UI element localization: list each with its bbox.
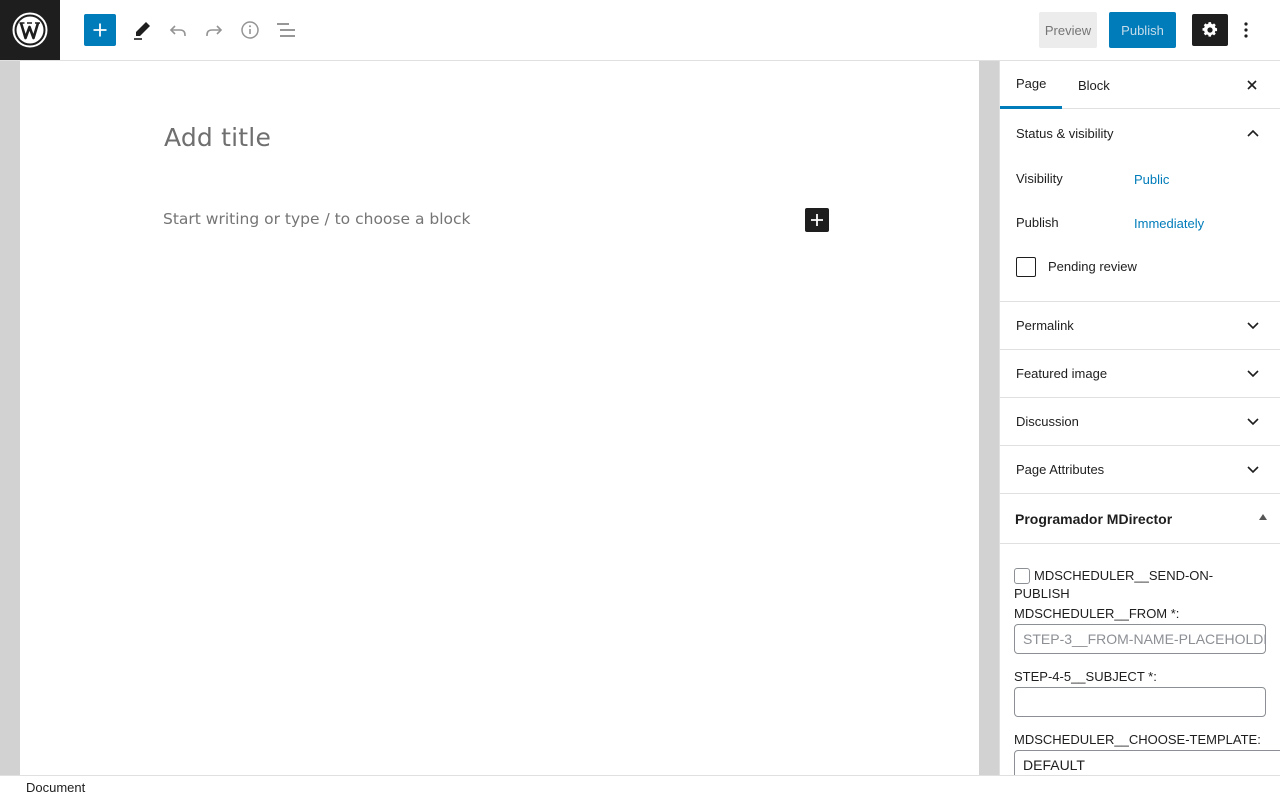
plus-icon (811, 214, 823, 226)
pending-review-label: Pending review (1048, 259, 1137, 274)
visibility-toggle[interactable]: Public (1134, 172, 1169, 187)
panel-title: Permalink (1016, 318, 1074, 333)
inline-add-block-button[interactable] (805, 208, 829, 232)
metabox-title: Programador MDirector (1015, 510, 1173, 527)
panel-title: Discussion (1016, 414, 1079, 429)
info-icon (241, 21, 259, 39)
redo-icon (206, 25, 223, 36)
subject-input[interactable] (1014, 687, 1266, 717)
close-icon (1247, 80, 1257, 90)
chevron-down-icon (1245, 462, 1261, 478)
gear-icon (1202, 22, 1218, 37)
tools-button[interactable] (126, 14, 158, 46)
editor-canvas-wrapper: Add title Start writing or type / to cho… (0, 61, 999, 775)
settings-sidebar: Page Block Status & visibility Visibilit… (999, 61, 1280, 775)
list-view-button[interactable] (270, 14, 302, 46)
panel-status-visibility[interactable]: Status & visibility (1000, 109, 1280, 157)
panel-title: Status & visibility (1016, 125, 1114, 141)
plus-icon (93, 23, 107, 37)
panel-discussion[interactable]: Discussion (1000, 398, 1280, 446)
publish-button[interactable]: Publish (1109, 12, 1176, 48)
details-button[interactable] (234, 14, 266, 46)
options-button[interactable] (1234, 14, 1258, 46)
wordpress-logo-icon[interactable] (0, 0, 60, 60)
editor-footer: Document (0, 775, 1280, 800)
panel-featured-image[interactable]: Featured image (1000, 350, 1280, 398)
preview-button[interactable]: Preview (1039, 12, 1097, 48)
panel-page-attributes[interactable]: Page Attributes (1000, 446, 1280, 494)
block-appender[interactable]: Start writing or type / to choose a bloc… (163, 210, 471, 228)
send-on-publish-label: MDSCHEDULER__SEND-ON-PUBLISH (1014, 568, 1214, 601)
triangle-up-icon (1259, 514, 1267, 520)
settings-button[interactable] (1192, 14, 1228, 46)
redo-button[interactable] (198, 14, 230, 46)
post-title-input[interactable]: Add title (164, 123, 271, 152)
visibility-label: Visibility (1016, 171, 1063, 186)
publish-label: Publish (1016, 215, 1059, 230)
sidebar-tabs: Page Block (1000, 61, 1280, 109)
from-name-input[interactable]: STEP-3__FROM-NAME-PLACEHOLDER (1014, 624, 1266, 654)
tab-block[interactable]: Block (1078, 61, 1110, 109)
more-vertical-icon (1244, 22, 1248, 38)
chevron-down-icon (1245, 414, 1261, 430)
breadcrumb[interactable]: Document (26, 780, 85, 795)
add-block-button[interactable] (84, 14, 116, 46)
panel-permalink[interactable]: Permalink (1000, 302, 1280, 350)
from-label: MDSCHEDULER__FROM *: (1014, 606, 1180, 621)
chevron-up-icon (1245, 125, 1261, 141)
editor-header: Preview Publish (0, 0, 1280, 61)
tab-page[interactable]: Page (1000, 61, 1062, 109)
subject-label: STEP-4-5__SUBJECT *: (1014, 669, 1157, 684)
pencil-icon (134, 22, 150, 40)
list-view-icon (277, 23, 295, 37)
undo-icon (169, 25, 186, 36)
pending-review-checkbox[interactable] (1016, 257, 1036, 277)
panel-title: Page Attributes (1016, 462, 1105, 477)
chevron-down-icon (1245, 366, 1261, 382)
close-sidebar-button[interactable] (1240, 73, 1264, 97)
panel-title: Featured image (1016, 366, 1108, 381)
mdirector-metabox-header[interactable]: Programador MDirector (1000, 494, 1280, 544)
chevron-down-icon (1245, 318, 1261, 334)
editor-canvas: Add title Start writing or type / to cho… (20, 61, 979, 775)
undo-button[interactable] (162, 14, 194, 46)
template-label: MDSCHEDULER__CHOOSE-TEMPLATE: (1014, 732, 1261, 747)
publish-date-toggle[interactable]: Immediately (1134, 216, 1204, 231)
template-select[interactable]: DEFAULT (1014, 750, 1280, 775)
